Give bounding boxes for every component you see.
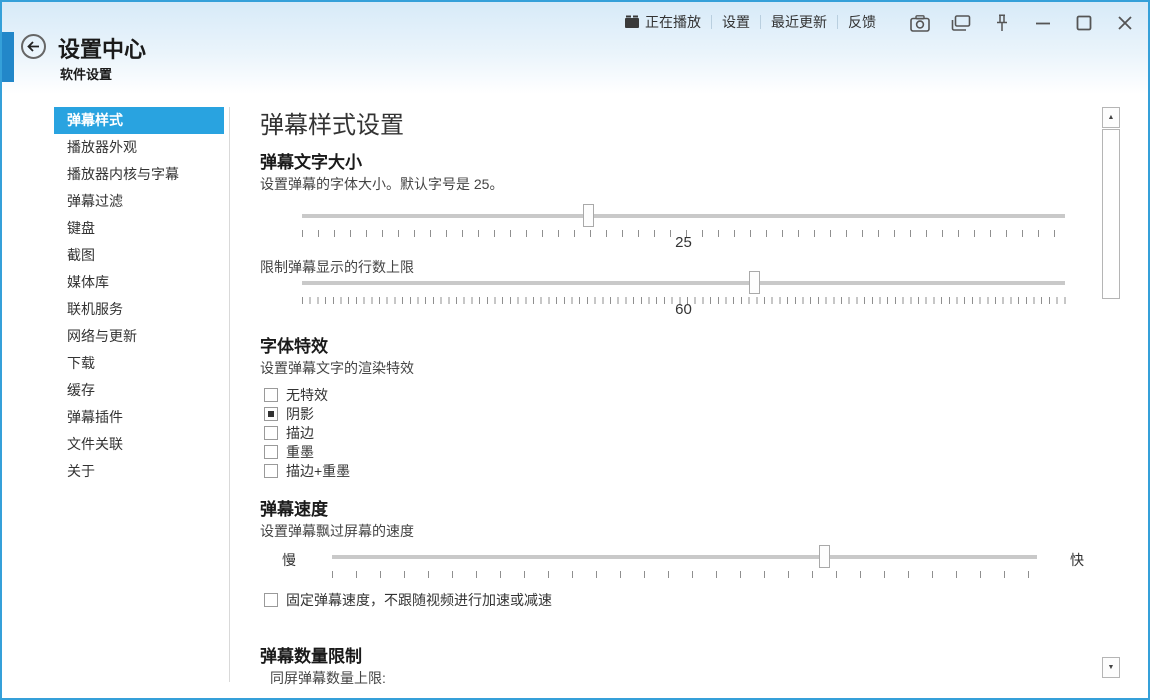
close-icon[interactable] xyxy=(1114,12,1136,34)
sidebar-item-file-association[interactable]: 文件关联 xyxy=(54,431,224,458)
sidebar-item-keyboard[interactable]: 键盘 xyxy=(54,215,224,242)
effect-option-stroke[interactable]: 描边 xyxy=(264,425,314,441)
sidebar-item-cache[interactable]: 缓存 xyxy=(54,377,224,404)
row-limit-slider-track[interactable] xyxy=(302,281,1065,285)
sidebar-item-danmaku-filter[interactable]: 弹幕过滤 xyxy=(54,188,224,215)
row-limit-value: 60 xyxy=(675,301,692,318)
effect-option-shadow[interactable]: 阴影 xyxy=(264,406,314,422)
speed-slider-ticks xyxy=(332,571,1038,578)
section-speed-desc: 设置弹幕飘过屏幕的速度 xyxy=(260,523,414,539)
menu-recent-updates[interactable]: 最近更新 xyxy=(761,12,837,32)
content-title: 弹幕样式设置 xyxy=(260,112,404,139)
window-controls xyxy=(890,12,1136,34)
effect-stroke-checkbox[interactable] xyxy=(264,426,278,440)
scrollbar-up-arrow[interactable]: ▲ xyxy=(1102,107,1120,128)
effect-none-checkbox[interactable] xyxy=(264,388,278,402)
section-font-effects-desc: 设置弹幕文字的渲染特效 xyxy=(260,360,414,376)
sidebar-item-network-update[interactable]: 网络与更新 xyxy=(54,323,224,350)
settings-window: 正在播放 设置 最近更新 反馈 设置中心 软件设置 弹幕样式 播放器外观 播放器… xyxy=(0,0,1150,700)
effect-option-none[interactable]: 无特效 xyxy=(264,387,328,403)
sidebar-item-player-appearance[interactable]: 播放器外观 xyxy=(54,134,224,161)
effect-option-bold[interactable]: 重墨 xyxy=(264,444,314,460)
camera-icon[interactable] xyxy=(909,12,931,34)
fixed-speed-option[interactable]: 固定弹幕速度，不跟随视频进行加速或减速 xyxy=(264,592,552,608)
pin-icon[interactable] xyxy=(991,12,1013,34)
section-speed-heading: 弹幕速度 xyxy=(260,500,328,519)
effect-shadow-checkbox[interactable] xyxy=(264,407,278,421)
window-title: 设置中心 xyxy=(58,37,147,62)
sidebar-item-screenshot[interactable]: 截图 xyxy=(54,242,224,269)
effect-option-stroke-bold[interactable]: 描边+重墨 xyxy=(264,463,350,479)
minimize-icon[interactable] xyxy=(1032,12,1054,34)
sidebar-item-download[interactable]: 下载 xyxy=(54,350,224,377)
section-font-effects-heading: 字体特效 xyxy=(260,337,328,356)
fixed-speed-checkbox[interactable] xyxy=(264,593,278,607)
sidebar-item-danmaku-style[interactable]: 弹幕样式 xyxy=(54,107,224,134)
font-size-slider[interactable] xyxy=(302,204,1065,230)
font-size-slider-thumb[interactable] xyxy=(583,204,594,227)
font-size-value: 25 xyxy=(675,234,692,251)
row-limit-slider[interactable] xyxy=(302,271,1065,297)
speed-fast-label: 快 xyxy=(1070,552,1084,568)
back-button[interactable] xyxy=(21,34,46,59)
scrollbar-down-arrow[interactable]: ▼ xyxy=(1102,657,1120,678)
scrollbar-thumb[interactable] xyxy=(1102,129,1120,299)
speed-slider-thumb[interactable] xyxy=(819,545,830,568)
section-font-size-heading: 弹幕文字大小 xyxy=(260,153,362,172)
sidebar-item-danmaku-plugin[interactable]: 弹幕插件 xyxy=(54,404,224,431)
speed-slow-label: 慢 xyxy=(282,552,296,568)
menu-settings[interactable]: 设置 xyxy=(712,12,760,32)
effect-bold-checkbox[interactable] xyxy=(264,445,278,459)
sidebar-item-about[interactable]: 关于 xyxy=(54,458,224,485)
font-size-slider-track[interactable] xyxy=(302,214,1065,218)
speed-slider[interactable] xyxy=(332,545,1037,571)
window-subtitle: 软件设置 xyxy=(60,67,113,82)
sidebar-divider xyxy=(229,107,230,682)
settings-sidebar: 弹幕样式 播放器外观 播放器内核与字幕 弹幕过滤 键盘 截图 媒体库 联机服务 … xyxy=(54,107,224,485)
now-playing-icon xyxy=(624,15,640,29)
sidebar-item-media-library[interactable]: 媒体库 xyxy=(54,269,224,296)
content-scrollbar[interactable]: ▲ ▼ xyxy=(1102,107,1120,679)
cascade-windows-icon[interactable] xyxy=(950,12,972,34)
menu-now-playing-label: 正在播放 xyxy=(645,14,701,30)
menu-now-playing[interactable]: 正在播放 xyxy=(614,12,711,32)
menu-feedback[interactable]: 反馈 xyxy=(838,12,886,32)
speed-slider-track[interactable] xyxy=(332,555,1037,559)
sidebar-item-online-service[interactable]: 联机服务 xyxy=(54,296,224,323)
row-limit-slider-thumb[interactable] xyxy=(749,271,760,294)
header-accent-block xyxy=(2,32,14,82)
maximize-icon[interactable] xyxy=(1073,12,1095,34)
top-menu: 正在播放 设置 最近更新 反馈 xyxy=(614,10,886,34)
sidebar-item-player-core-subtitles[interactable]: 播放器内核与字幕 xyxy=(54,161,224,188)
effect-stroke-bold-checkbox[interactable] xyxy=(264,464,278,478)
section-count-limit-heading: 弹幕数量限制 xyxy=(260,647,362,666)
screen-count-limit-label: 同屏弹幕数量上限: xyxy=(270,670,386,686)
section-font-size-desc: 设置弹幕的字体大小。默认字号是 25。 xyxy=(260,176,504,192)
